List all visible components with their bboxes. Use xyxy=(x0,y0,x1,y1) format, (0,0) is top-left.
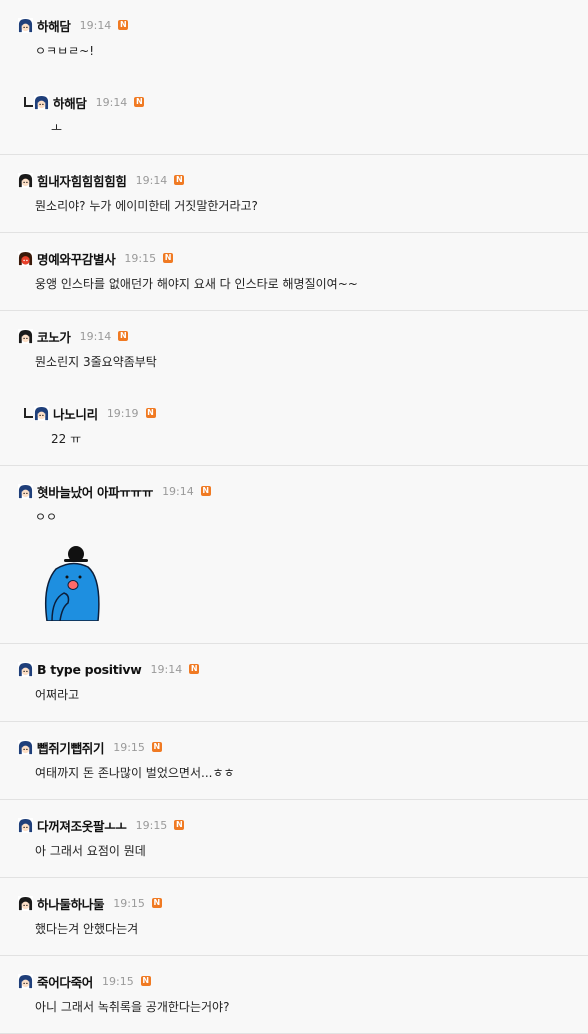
new-badge: N xyxy=(163,253,174,263)
comment-nickname[interactable]: B type positivw xyxy=(37,662,142,677)
comment-header: 죽어다죽어 19:15 N xyxy=(18,972,588,990)
comment-time: 19:14 xyxy=(162,484,194,498)
sticker-blue-character-icon xyxy=(44,546,100,622)
comment-header: 힘내자힘힘힘힘힘 19:14 N xyxy=(18,171,588,189)
comment-time: 19:15 xyxy=(124,251,157,265)
comment-text: 뭔소린지 3줄요약좀부탁 xyxy=(35,355,157,369)
avatar-red-face-icon[interactable] xyxy=(18,250,33,266)
comment-time: 19:15 xyxy=(102,974,134,988)
comment-text: ㅗ xyxy=(51,121,63,135)
comment-text: 아 그래서 요점이 뭔데 xyxy=(35,844,146,858)
comment-time: 19:19 xyxy=(106,406,139,420)
new-badge: N xyxy=(174,175,185,185)
comment-time: 19:15 xyxy=(113,740,145,754)
comment-time: 19:15 xyxy=(113,896,145,910)
comment-nickname[interactable]: 힘내자힘힘힘힘힘 xyxy=(37,171,127,190)
new-badge: N xyxy=(200,486,211,496)
new-badge: N xyxy=(174,820,185,830)
avatar-blue-hair-icon[interactable] xyxy=(18,661,33,677)
comment-item: 힘내자힘힘힘힘힘 19:14 N 뭔소리야? 누가 에이미한테 거짓말한거라고? xyxy=(0,155,588,233)
comment-nickname[interactable]: 하해담 xyxy=(53,93,87,112)
comment-text: 어쩌라고 xyxy=(35,688,80,702)
comment-nickname[interactable]: 다꺼져조옷팔ㅗㅗ xyxy=(37,816,127,835)
comment-item: B type positivw 19:14 N 어쩌라고 xyxy=(0,644,588,722)
avatar-dark-hair-icon[interactable] xyxy=(18,328,33,344)
comment-nickname[interactable]: 뺍쥐기뺍쥐기 xyxy=(37,738,105,757)
comment-nickname[interactable]: 혓바늘났어 아파ㅠㅠㅠ xyxy=(37,482,153,501)
new-badge: N xyxy=(151,898,162,908)
reply-arrow-icon xyxy=(24,408,33,418)
comment-item: 뺍쥐기뺍쥐기 19:15 N 여태까지 돈 존나많이 벌었으면서...ㅎㅎ xyxy=(0,722,588,800)
avatar-dark-hair-icon[interactable] xyxy=(18,895,33,911)
comment-item: 하해담 19:14 N ㅇㅋㅂㄹ~! xyxy=(0,0,588,77)
comment-time: 19:14 xyxy=(79,329,112,343)
comment-time: 19:15 xyxy=(135,818,168,832)
comment-text: 아니 그래서 녹취록을 공개한다는거야? xyxy=(35,1000,230,1014)
comment-text: ㅇㅇ xyxy=(35,510,58,524)
new-badge: N xyxy=(151,742,162,752)
comment-nickname[interactable]: 죽어다죽어 xyxy=(37,972,93,991)
comment-list: 하해담 19:14 N ㅇㅋㅂㄹ~! 하해담 19:14 N ㅗ 힘내자힘힘힘힘… xyxy=(0,0,588,1034)
comment-time: 19:14 xyxy=(95,95,128,109)
comment-nickname[interactable]: 나노니리 xyxy=(53,404,98,423)
comment-header: 하해담 19:14 N xyxy=(22,93,588,111)
comment-header: 명예와꾸감별사 19:15 N xyxy=(18,249,588,267)
avatar-blue-hair-icon[interactable] xyxy=(34,405,49,421)
comment-header: 나노니리 19:19 N xyxy=(22,404,588,422)
avatar-blue-hair-icon[interactable] xyxy=(34,94,49,110)
comment-header: 다꺼져조옷팔ㅗㅗ 19:15 N xyxy=(18,816,588,834)
comment-item: 다꺼져조옷팔ㅗㅗ 19:15 N 아 그래서 요점이 뭔데 xyxy=(0,800,588,878)
new-badge: N xyxy=(134,97,145,107)
avatar-dark-hair-icon[interactable] xyxy=(18,172,33,188)
comment-header: B type positivw 19:14 N xyxy=(18,660,588,678)
comment-nickname[interactable]: 명예와꾸감별사 xyxy=(37,249,116,268)
comment-text: 여태까지 돈 존나많이 벌었으면서...ㅎㅎ xyxy=(35,766,235,780)
avatar-blue-hair-icon[interactable] xyxy=(18,739,33,755)
comment-time: 19:14 xyxy=(79,18,112,32)
comment-text: 22 ㅠ xyxy=(51,432,82,446)
reply-item: 나노니리 19:19 N 22 ㅠ xyxy=(0,388,588,466)
new-badge: N xyxy=(118,20,129,30)
new-badge: N xyxy=(118,331,129,341)
comment-header: 혓바늘났어 아파ㅠㅠㅠ 19:14 N xyxy=(18,482,588,500)
comment-time: 19:14 xyxy=(150,662,183,676)
avatar-blue-hair-icon[interactable] xyxy=(18,817,33,833)
comment-item: 혓바늘났어 아파ㅠㅠㅠ 19:14 N ㅇㅇ xyxy=(0,466,588,644)
comment-item: 하나둘하나둘 19:15 N 했다는겨 안했다는겨 xyxy=(0,878,588,956)
comment-header: 하나둘하나둘 19:15 N xyxy=(18,894,588,912)
comment-item: 코노가 19:14 N 뭔소린지 3줄요약좀부탁 xyxy=(0,311,588,388)
comment-item: 죽어다죽어 19:15 N 아니 그래서 녹취록을 공개한다는거야? xyxy=(0,956,588,1034)
new-badge: N xyxy=(189,664,200,674)
new-badge: N xyxy=(140,976,151,986)
new-badge: N xyxy=(145,408,156,418)
comment-time: 19:14 xyxy=(135,173,168,187)
comment-nickname[interactable]: 하해담 xyxy=(37,16,71,35)
comment-header: 뺍쥐기뺍쥐기 19:15 N xyxy=(18,738,588,756)
reply-item: 하해담 19:14 N ㅗ xyxy=(0,77,588,155)
comment-header: 코노가 19:14 N xyxy=(18,327,588,345)
avatar-blue-hair-icon[interactable] xyxy=(18,17,33,33)
comment-nickname[interactable]: 하나둘하나둘 xyxy=(37,894,105,913)
avatar-blue-hair-icon[interactable] xyxy=(18,973,33,989)
reply-arrow-icon xyxy=(24,97,33,107)
comment-text: 했다는겨 안했다는겨 xyxy=(35,922,139,936)
comment-nickname[interactable]: 코노가 xyxy=(37,327,71,346)
comment-text: 웅앵 인스타를 없애던가 해야지 요새 다 인스타로 해명질이여~~ xyxy=(35,277,358,291)
comment-header: 하해담 19:14 N xyxy=(18,16,588,34)
avatar-blue-hair-icon[interactable] xyxy=(18,483,33,499)
comment-item: 명예와꾸감별사 19:15 N 웅앵 인스타를 없애던가 해야지 요새 다 인스… xyxy=(0,233,588,311)
comment-text: ㅇㅋㅂㄹ~! xyxy=(35,44,95,58)
comment-text: 뭔소리야? 누가 에이미한테 거짓말한거라고? xyxy=(35,199,258,213)
